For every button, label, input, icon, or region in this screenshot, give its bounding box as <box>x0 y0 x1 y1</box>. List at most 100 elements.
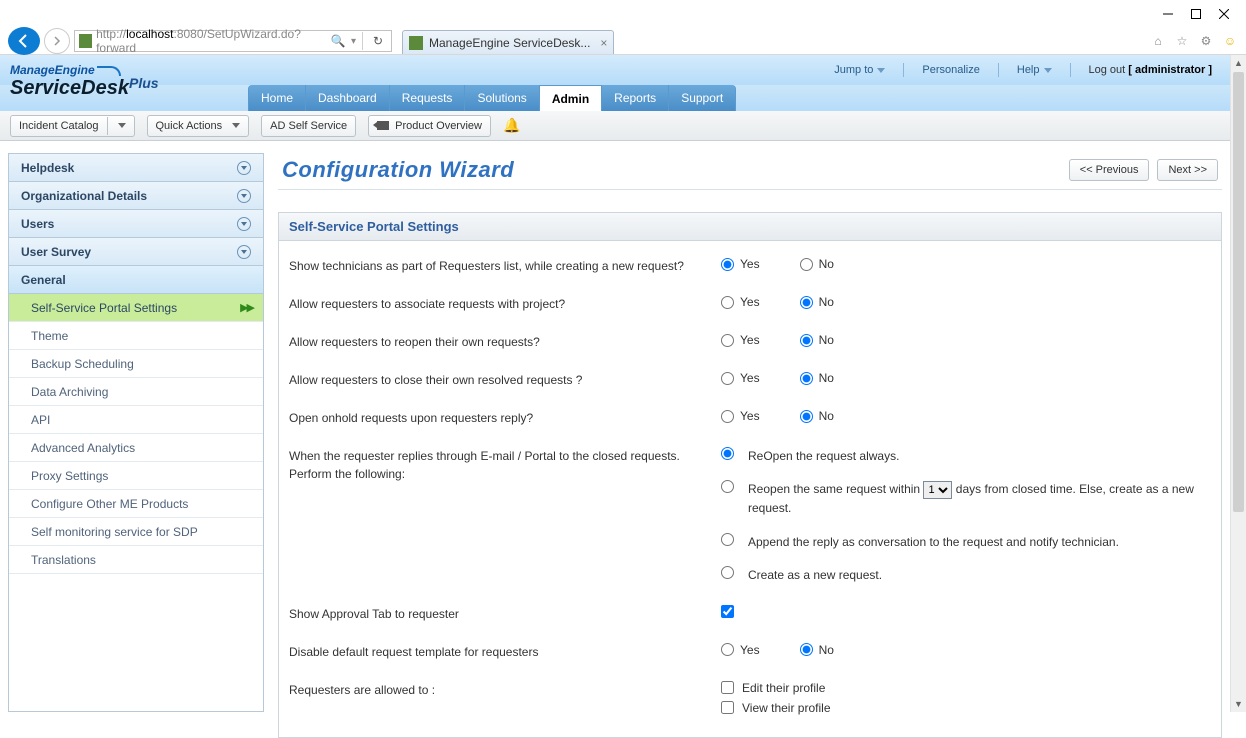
chevron-down-icon <box>237 217 251 231</box>
sidebar-section-general[interactable]: General <box>9 266 263 294</box>
app-top-header: Jump to Personalize Help Log out [ admin… <box>0 55 1230 85</box>
window-close-button[interactable] <box>1210 4 1238 24</box>
previous-button[interactable]: << Previous <box>1069 159 1150 181</box>
tab-solutions[interactable]: Solutions <box>465 85 539 111</box>
dropdown-icon[interactable]: ▾ <box>351 36 356 47</box>
q6-opt-b[interactable]: Reopen the same request within 1 days fr… <box>721 480 1211 518</box>
logout-link[interactable]: Log out [ administrator ] <box>1089 64 1213 76</box>
question-label: Show Approval Tab to requester <box>289 605 721 623</box>
separator <box>998 63 999 77</box>
scroll-thumb[interactable] <box>1233 72 1244 512</box>
url-text: http://localhost:8080/SetUpWizard.do?for… <box>96 27 325 55</box>
q6-opt-c[interactable]: Append the reply as conversation to the … <box>721 533 1211 552</box>
active-indicator-icon: ▶▶ <box>240 301 253 314</box>
window-maximize-button[interactable] <box>1182 4 1210 24</box>
q2-no-radio[interactable]: No <box>800 295 834 309</box>
q7-checkbox[interactable] <box>721 605 734 618</box>
side-nav: HelpdeskOrganizational DetailsUsersUser … <box>8 153 264 712</box>
nav-forward-button[interactable] <box>44 28 70 54</box>
q6-opt-a[interactable]: ReOpen the request always. <box>721 447 1211 466</box>
favorites-icon[interactable]: ☆ <box>1174 33 1190 49</box>
separator <box>1070 63 1071 77</box>
q9-opt-b-checkbox[interactable]: View their profile <box>721 701 831 715</box>
tab-reports[interactable]: Reports <box>602 85 669 111</box>
tab-close-icon[interactable]: × <box>600 36 607 50</box>
wizard-title: Configuration Wizard <box>282 157 514 183</box>
q6-opt-d[interactable]: Create as a new request. <box>721 566 1211 585</box>
sidebar-section-users[interactable]: Users <box>9 210 263 238</box>
q5-no-radio[interactable]: No <box>800 409 834 423</box>
tab-dashboard[interactable]: Dashboard <box>306 85 390 111</box>
sidebar-section-helpdesk[interactable]: Helpdesk <box>9 154 263 182</box>
next-button[interactable]: Next >> <box>1157 159 1218 181</box>
sidebar-item-data-archiving[interactable]: Data Archiving <box>9 378 263 406</box>
sidebar-item-self-monitoring-service-for-sdp[interactable]: Self monitoring service for SDP <box>9 518 263 546</box>
q6-days-select[interactable]: 1 <box>923 481 952 499</box>
bell-icon[interactable]: 🔔 <box>503 117 520 134</box>
sidebar-section-user-survey[interactable]: User Survey <box>9 238 263 266</box>
question-label: Open onhold requests upon requesters rep… <box>289 409 721 427</box>
sidebar-item-backup-scheduling[interactable]: Backup Scheduling <box>9 350 263 378</box>
tab-requests[interactable]: Requests <box>390 85 466 111</box>
home-icon[interactable]: ⌂ <box>1150 33 1166 49</box>
question-label: Allow requesters to close their own reso… <box>289 371 721 389</box>
q5-yes-radio[interactable]: Yes <box>721 409 760 423</box>
address-bar[interactable]: http://localhost:8080/SetUpWizard.do?for… <box>74 30 392 52</box>
tools-icon[interactable]: ⚙ <box>1198 33 1214 49</box>
q1-no-radio[interactable]: No <box>800 257 834 271</box>
tab-support[interactable]: Support <box>669 85 736 111</box>
sidebar-item-api[interactable]: API <box>9 406 263 434</box>
vertical-scrollbar[interactable]: ▲ ▼ <box>1230 55 1246 712</box>
incident-catalog-button[interactable]: Incident Catalog <box>10 115 135 137</box>
question-label: Show technicians as part of Requesters l… <box>289 257 721 275</box>
sidebar-item-translations[interactable]: Translations <box>9 546 263 574</box>
dropdown-icon <box>1044 68 1052 73</box>
q3-no-radio[interactable]: No <box>800 333 834 347</box>
separator <box>362 32 363 50</box>
smiley-icon[interactable]: ☺ <box>1222 33 1238 49</box>
q4-yes-radio[interactable]: Yes <box>721 371 760 385</box>
video-icon <box>377 121 389 130</box>
tab-home[interactable]: Home <box>248 85 306 111</box>
question-label: When the requester replies through E-mai… <box>289 447 721 483</box>
chevron-down-icon <box>237 245 251 259</box>
app-logo: ManageEngine ServiceDeskPlus <box>10 63 159 100</box>
sidebar-item-proxy-settings[interactable]: Proxy Settings <box>9 462 263 490</box>
quick-actions-button[interactable]: Quick Actions <box>147 115 250 137</box>
browser-tab[interactable]: ManageEngine ServiceDesk... × <box>402 30 614 54</box>
q9-opt-a-checkbox[interactable]: Edit their profile <box>721 681 831 695</box>
tabs-row: ManageEngine ServiceDeskPlus HomeDashboa… <box>0 85 1230 111</box>
question-label: Allow requesters to reopen their own req… <box>289 333 721 351</box>
q4-no-radio[interactable]: No <box>800 371 834 385</box>
refresh-icon[interactable]: ↻ <box>369 32 387 50</box>
q8-no-radio[interactable]: No <box>800 643 834 657</box>
q8-yes-radio[interactable]: Yes <box>721 643 760 657</box>
chevron-down-icon <box>237 161 251 175</box>
q2-yes-radio[interactable]: Yes <box>721 295 760 309</box>
help-link[interactable]: Help <box>1017 64 1052 76</box>
question-label: Disable default request template for req… <box>289 643 721 661</box>
q3-yes-radio[interactable]: Yes <box>721 333 760 347</box>
sidebar-item-self-service-portal-settings[interactable]: Self-Service Portal Settings▶▶ <box>9 294 263 322</box>
search-icon[interactable]: 🔍 <box>329 32 347 50</box>
nav-back-button[interactable] <box>8 27 40 55</box>
chevron-down-icon <box>237 189 251 203</box>
q1-yes-radio[interactable]: Yes <box>721 257 760 271</box>
question-label: Requesters are allowed to : <box>289 681 721 699</box>
window-minimize-button[interactable] <box>1154 4 1182 24</box>
tab-admin[interactable]: Admin <box>540 85 602 111</box>
tab-title: ManageEngine ServiceDesk... <box>429 36 590 50</box>
sidebar-section-organizational-details[interactable]: Organizational Details <box>9 182 263 210</box>
scroll-down-icon[interactable]: ▼ <box>1231 696 1246 712</box>
product-overview-button[interactable]: Product Overview <box>368 115 491 137</box>
separator <box>903 63 904 77</box>
favicon-icon <box>79 34 92 48</box>
scroll-up-icon[interactable]: ▲ <box>1231 55 1246 71</box>
sidebar-item-theme[interactable]: Theme <box>9 322 263 350</box>
jump-to-link[interactable]: Jump to <box>834 64 885 76</box>
browser-right-icons: ⌂ ☆ ⚙ ☺ <box>1150 33 1238 49</box>
sidebar-item-advanced-analytics[interactable]: Advanced Analytics <box>9 434 263 462</box>
personalize-link[interactable]: Personalize <box>922 64 979 76</box>
sidebar-item-configure-other-me-products[interactable]: Configure Other ME Products <box>9 490 263 518</box>
ad-self-service-button[interactable]: AD Self Service <box>261 115 356 137</box>
